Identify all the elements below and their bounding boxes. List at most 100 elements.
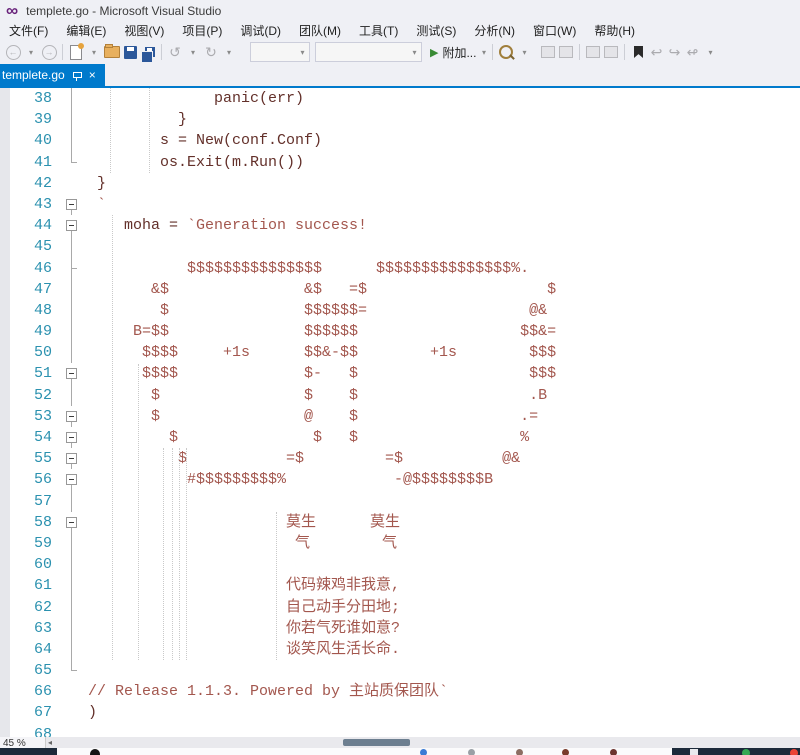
title-bar: ∞ templete.go - Microsoft Visual Studio	[0, 0, 800, 22]
code-text: moha = `Generation success!	[84, 215, 367, 236]
taskbar-app-icon[interactable]	[742, 749, 750, 755]
next-bookmark-button[interactable]: ↪	[665, 42, 683, 62]
chevron-down-icon: ▾	[298, 48, 307, 57]
save-all-icon	[145, 47, 155, 57]
fold-margin	[58, 491, 84, 512]
fold-margin[interactable]	[58, 448, 84, 469]
save-button[interactable]	[121, 42, 139, 62]
tab-templete-go[interactable]: templete.go ×	[0, 64, 105, 86]
menu-item-test[interactable]: 测试(S)	[407, 22, 465, 40]
line-number: 55	[10, 448, 58, 469]
redo-dropdown[interactable]: ▾	[220, 42, 238, 62]
save-all-button[interactable]	[139, 42, 157, 62]
zoom-level-control[interactable]: 45 %	[0, 737, 46, 748]
code-text	[84, 236, 88, 257]
code-text: // Release 1.1.3. Powered by 主站质保团队`	[84, 681, 448, 702]
fold-margin[interactable]	[58, 194, 84, 215]
undo-dropdown[interactable]: ▾	[184, 42, 202, 62]
code-editor[interactable]: 38 panic(err)39 }40 s = New(conf.Conf)41…	[0, 88, 800, 737]
taskbar-app-icon[interactable]	[516, 749, 523, 755]
clear-bookmarks-button[interactable]: ↫	[683, 42, 701, 62]
indent-guide	[110, 88, 111, 173]
fold-toggle[interactable]	[66, 474, 77, 485]
chevron-down-icon: ▾	[479, 48, 488, 57]
platform-combobox[interactable]: ▾	[315, 42, 422, 62]
fold-margin	[58, 130, 84, 151]
config-combobox[interactable]: ▾	[250, 42, 310, 62]
code-text: 你若气死谁如意?	[84, 618, 400, 639]
fold-margin	[58, 533, 84, 554]
navigate-back-dropdown[interactable]: ▾	[22, 42, 40, 62]
code-text: $$$$ $- $ $$$	[84, 363, 556, 384]
toolbar-overflow[interactable]: ▾	[701, 42, 719, 62]
code-line: 38 panic(err)	[0, 88, 800, 109]
window-title: templete.go - Microsoft Visual Studio	[26, 4, 221, 18]
open-file-button[interactable]	[103, 42, 121, 62]
fold-margin[interactable]	[58, 512, 84, 533]
forward-arrow-icon: →	[42, 45, 57, 60]
line-number: 43	[10, 194, 58, 215]
toolbar: ← ▾ → ▾ ↺ ▾ ↻ ▾ ▾ ▾ ▶ 附加... ▾ ▾ ↩ ↪ ↫ ▾	[0, 40, 800, 64]
start-button-area[interactable]	[0, 748, 57, 755]
menu-item-window[interactable]: 窗口(W)	[524, 22, 585, 40]
indent-guide	[276, 512, 277, 660]
taskbar-app-icon[interactable]	[690, 749, 698, 755]
taskbar-app-icon[interactable]	[90, 749, 100, 755]
fold-margin	[58, 681, 84, 702]
taskbar-app-icon[interactable]	[468, 749, 475, 755]
menu-item-view[interactable]: 视图(V)	[115, 22, 173, 40]
taskbar-app-icon[interactable]	[420, 749, 427, 755]
taskbar-app-icon[interactable]	[790, 749, 798, 755]
clear-bookmarks-icon: ↫	[687, 44, 699, 61]
taskbar-app-icon[interactable]	[562, 749, 569, 755]
uncomment-button[interactable]	[602, 42, 620, 62]
fold-margin	[58, 173, 84, 194]
menu-item-help[interactable]: 帮助(H)	[585, 22, 644, 40]
start-debug-button[interactable]: ▶ 附加... ▾	[430, 42, 488, 62]
fold-margin[interactable]	[58, 215, 84, 236]
menu-item-analyze[interactable]: 分析(N)	[465, 22, 524, 40]
menu-item-project[interactable]: 项目(P)	[173, 22, 231, 40]
horizontal-scrollbar-thumb[interactable]	[343, 739, 410, 746]
find-dropdown[interactable]: ▾	[515, 42, 533, 62]
save-icon	[124, 46, 137, 59]
fold-margin[interactable]	[58, 427, 84, 448]
menu-item-tools[interactable]: 工具(T)	[350, 22, 407, 40]
menu-item-debug[interactable]: 调试(D)	[231, 22, 290, 40]
taskbar-app-icon[interactable]	[610, 749, 617, 755]
navigate-forward-button[interactable]: →	[40, 42, 58, 62]
line-number: 52	[10, 385, 58, 406]
navigate-to-button[interactable]	[539, 42, 557, 62]
new-file-button[interactable]	[67, 42, 85, 62]
fold-toggle[interactable]	[66, 411, 77, 422]
toggle-bookmark-button[interactable]	[629, 42, 647, 62]
comment-button[interactable]	[584, 42, 602, 62]
undo-button[interactable]: ↺	[166, 42, 184, 62]
show-definition-button[interactable]	[557, 42, 575, 62]
fold-margin[interactable]	[58, 363, 84, 384]
fold-toggle[interactable]	[66, 368, 77, 379]
line-number: 58	[10, 512, 58, 533]
menu-item-team[interactable]: 团队(M)	[290, 22, 350, 40]
close-icon[interactable]: ×	[89, 69, 96, 81]
navigate-back-button[interactable]: ←	[4, 42, 22, 62]
fold-toggle[interactable]	[66, 220, 77, 231]
menu-item-edit[interactable]: 编辑(E)	[57, 22, 115, 40]
find-in-files-button[interactable]	[497, 42, 515, 62]
code-text	[84, 660, 88, 681]
code-line: 63 你若气死谁如意?	[0, 618, 800, 639]
fold-toggle[interactable]	[66, 432, 77, 443]
new-file-dropdown[interactable]: ▾	[85, 42, 103, 62]
fold-margin[interactable]	[58, 469, 84, 490]
prev-bookmark-button[interactable]: ↩	[647, 42, 665, 62]
fold-margin[interactable]	[58, 406, 84, 427]
fold-toggle[interactable]	[66, 517, 77, 528]
fold-toggle[interactable]	[66, 453, 77, 464]
fold-toggle[interactable]	[66, 199, 77, 210]
pin-icon[interactable]	[72, 70, 82, 80]
code-text: 代码辣鸡非我意,	[84, 575, 400, 596]
line-number: 45	[10, 236, 58, 257]
redo-button[interactable]: ↻	[202, 42, 220, 62]
menu-item-file[interactable]: 文件(F)	[0, 22, 57, 40]
scroll-left-arrow[interactable]: ◂	[48, 738, 52, 747]
